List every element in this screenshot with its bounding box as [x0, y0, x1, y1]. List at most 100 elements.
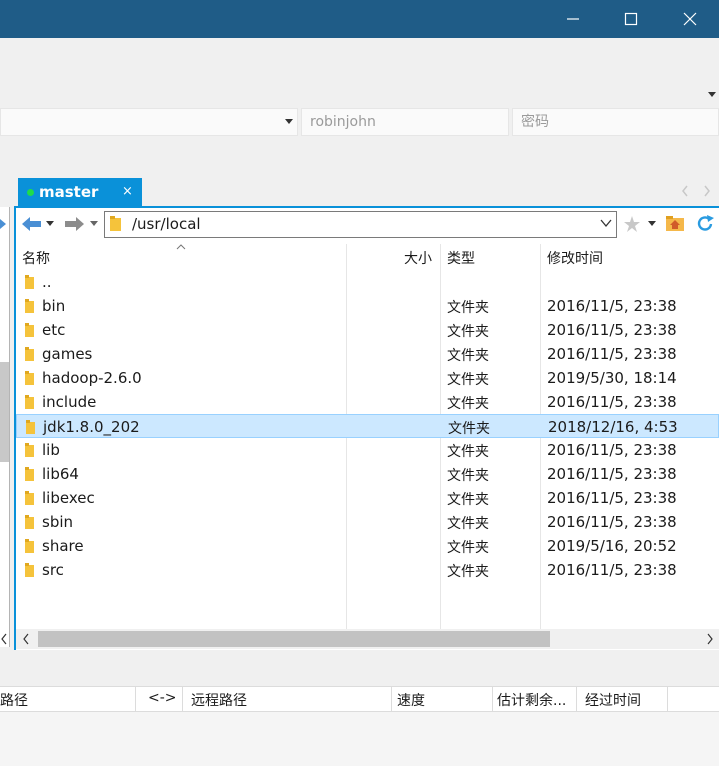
tab-scroll-right-icon[interactable] [702, 184, 712, 198]
dropdown-icon[interactable] [707, 90, 717, 98]
close-icon [683, 12, 697, 26]
file-modified: 2016/11/5, 23:38 [547, 561, 677, 579]
password-field[interactable]: 密码 [512, 108, 719, 136]
file-type: 文件夹 [447, 564, 489, 580]
host-field[interactable] [0, 108, 298, 136]
file-name: lib [42, 441, 60, 459]
dropdown-icon[interactable] [90, 221, 99, 227]
file-type: 文件夹 [447, 372, 489, 388]
file-name: .. [42, 273, 52, 291]
file-modified: 2019/5/30, 18:14 [547, 369, 677, 387]
file-name: libexec [42, 489, 95, 507]
transfer-header-speed[interactable]: 速度 [397, 690, 425, 710]
table-row[interactable]: lib64 文件夹 2016/11/5, 23:38 [16, 462, 719, 486]
path-text: /usr/local [132, 215, 201, 233]
local-forward-icon[interactable] [0, 216, 8, 232]
dropdown-icon[interactable] [46, 221, 55, 227]
column-divider[interactable] [576, 687, 577, 711]
back-arrow-icon[interactable] [22, 216, 42, 232]
folder-icon [25, 539, 34, 553]
transfer-header-local-path[interactable]: 路径 [0, 690, 28, 710]
file-name: bin [42, 297, 66, 315]
file-name: sbin [42, 513, 74, 531]
column-header-size[interactable]: 大小 [404, 248, 432, 268]
column-divider[interactable] [391, 687, 392, 711]
folder-icon [25, 347, 34, 361]
file-modified: 2019/5/16, 20:52 [547, 537, 677, 555]
file-type: 文件夹 [447, 300, 489, 316]
file-type: 文件夹 [447, 516, 489, 532]
file-name: etc [42, 321, 66, 339]
chevron-down-icon[interactable] [600, 219, 612, 228]
column-header-modified[interactable]: 修改时间 [547, 248, 603, 268]
folder-home-icon[interactable] [666, 215, 685, 232]
transfer-header-remaining[interactable]: 估计剩余... [497, 690, 566, 710]
maximize-button[interactable] [602, 0, 660, 38]
column-header-name[interactable]: 名称 [22, 248, 50, 268]
file-name: games [42, 345, 93, 363]
file-type: 文件夹 [448, 421, 490, 437]
transfer-header-remote-path[interactable]: 远程路径 [191, 690, 247, 710]
table-row[interactable]: include 文件夹 2016/11/5, 23:38 [16, 390, 719, 414]
folder-icon [25, 371, 34, 385]
local-pane-scrollbar[interactable] [0, 362, 9, 462]
file-type: 文件夹 [447, 348, 489, 364]
table-row[interactable]: .. [16, 270, 719, 294]
table-row[interactable]: jdk1.8.0_202 文件夹 2018/12/16, 4:53 [16, 414, 719, 438]
file-name: include [42, 393, 97, 411]
file-name: share [42, 537, 84, 555]
column-divider[interactable] [135, 687, 136, 711]
close-button[interactable] [661, 0, 719, 38]
dropdown-icon[interactable] [648, 221, 657, 227]
minimize-icon [567, 18, 579, 20]
forward-arrow-icon[interactable] [65, 216, 85, 232]
table-row[interactable]: bin 文件夹 2016/11/5, 23:38 [16, 294, 719, 318]
table-row[interactable]: lib 文件夹 2016/11/5, 23:38 [16, 438, 719, 462]
tab-scroll-left-icon[interactable] [680, 184, 690, 198]
scroll-left-icon[interactable] [0, 632, 8, 646]
transfer-header-elapsed[interactable]: 经过时间 [585, 690, 641, 710]
star-icon[interactable] [624, 216, 641, 232]
file-type: 文件夹 [447, 468, 489, 484]
tab-close-button[interactable]: × [122, 184, 133, 199]
folder-icon [25, 275, 34, 289]
file-type: 文件夹 [447, 324, 489, 340]
table-row[interactable]: sbin 文件夹 2016/11/5, 23:38 [16, 510, 719, 534]
file-modified: 2016/11/5, 23:38 [547, 441, 677, 459]
minimize-button[interactable] [544, 0, 602, 38]
folder-icon [25, 563, 34, 577]
transfer-header-direction[interactable]: <-> [148, 690, 177, 706]
table-row[interactable]: hadoop-2.6.0 文件夹 2019/5/30, 18:14 [16, 366, 719, 390]
folder-icon [25, 515, 34, 529]
sort-up-icon [176, 244, 186, 250]
file-modified: 2016/11/5, 23:38 [547, 513, 677, 531]
column-divider[interactable] [492, 687, 493, 711]
folder-icon [110, 216, 121, 231]
folder-icon [25, 467, 34, 481]
refresh-icon[interactable] [695, 214, 715, 234]
column-header-type[interactable]: 类型 [447, 248, 475, 268]
file-modified: 2016/11/5, 23:38 [547, 393, 677, 411]
file-modified: 2016/11/5, 23:38 [547, 465, 677, 483]
file-modified: 2018/12/16, 4:53 [548, 418, 678, 436]
file-modified: 2016/11/5, 23:38 [547, 297, 677, 315]
scroll-right-icon[interactable] [706, 633, 714, 645]
connection-status-icon [27, 189, 34, 196]
table-row[interactable]: libexec 文件夹 2016/11/5, 23:38 [16, 486, 719, 510]
file-name: hadoop-2.6.0 [42, 369, 142, 387]
file-type: 文件夹 [447, 540, 489, 556]
username-field[interactable]: robinjohn [301, 108, 509, 136]
horizontal-scrollbar-thumb[interactable] [38, 631, 550, 647]
table-row[interactable]: games 文件夹 2016/11/5, 23:38 [16, 342, 719, 366]
scroll-left-icon[interactable] [22, 633, 30, 645]
table-row[interactable]: etc 文件夹 2016/11/5, 23:38 [16, 318, 719, 342]
folder-icon [25, 323, 34, 337]
column-divider[interactable] [667, 687, 668, 711]
table-row[interactable]: src 文件夹 2016/11/5, 23:38 [16, 558, 719, 582]
file-type: 文件夹 [447, 444, 489, 460]
dropdown-icon[interactable] [284, 118, 294, 126]
file-type: 文件夹 [447, 396, 489, 412]
table-row[interactable]: share 文件夹 2019/5/16, 20:52 [16, 534, 719, 558]
file-modified: 2016/11/5, 23:38 [547, 489, 677, 507]
column-divider[interactable] [182, 687, 183, 711]
